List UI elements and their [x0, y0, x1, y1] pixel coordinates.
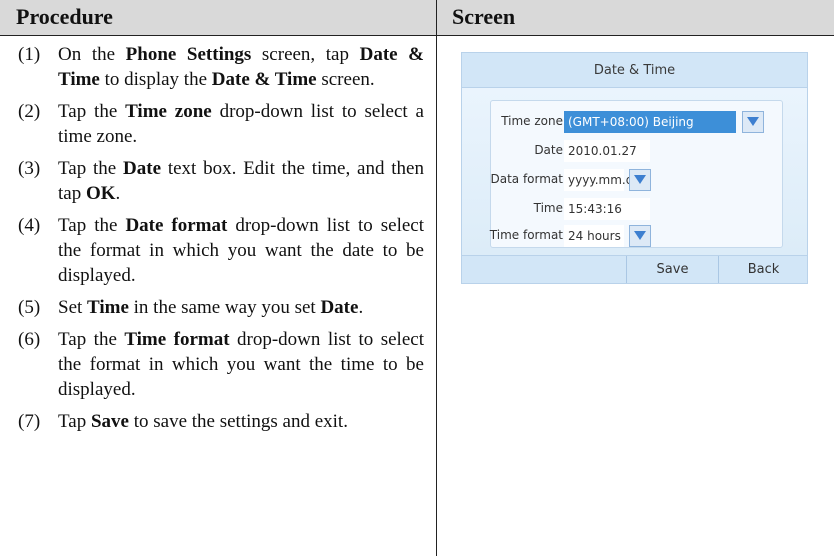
time-zone-dropdown[interactable]: (GMT+08:00) Beijing [564, 111, 736, 133]
step-text: Set Time in the same way you set Date. [58, 295, 424, 320]
step-text-segment: Tap the [58, 329, 125, 350]
step-text-bold: Save [90, 411, 129, 432]
step-text: Tap the Time format drop-down list to se… [58, 327, 424, 402]
time-format-dropdown-button[interactable] [629, 225, 651, 247]
step-text-bold: Date [123, 158, 162, 179]
step-text-bold: Date format [125, 215, 228, 236]
screen-header-text: Screen [452, 4, 516, 29]
step-text-segment: screen. [316, 69, 375, 90]
triangle-down-icon [747, 117, 759, 126]
step-number: (2) [18, 101, 41, 122]
time-zone-label: Time zone [501, 114, 563, 128]
step-number: (6) [18, 329, 41, 350]
procedure-table: Procedure Screen (1) On the Phone Setting… [0, 0, 834, 556]
step-text-segment: Tap the [58, 215, 126, 236]
procedure-step: (7) Tap Save to save the settings and exi… [18, 409, 424, 434]
step-text: On the Phone Settings screen, tap Date &… [58, 42, 424, 92]
data-format-dropdown[interactable]: yyyy.mm.dd [564, 169, 641, 191]
time-format-row: Time format 24 hours [489, 225, 781, 247]
procedure-step: (4) Tap the Date format drop-down list to… [18, 213, 424, 288]
step-number: (3) [18, 158, 41, 179]
procedure-header-text: Procedure [16, 4, 113, 29]
step-text-segment: to save the settings and exit. [128, 411, 348, 432]
data-format-label: Data format [490, 172, 563, 186]
triangle-down-icon [634, 175, 646, 184]
step-text-segment: Tap the [58, 158, 124, 179]
step-text-bold: Time zone [125, 101, 212, 122]
screen-column-header: Screen [437, 0, 834, 36]
device-screen: Date & Time Time zone (GMT+08:00) Beijin… [461, 52, 808, 284]
step-text: Tap the Date text box. Edit the time, an… [58, 156, 424, 206]
time-zone-dropdown-button[interactable] [742, 111, 764, 133]
step-text-bold: Date & Time [211, 69, 317, 90]
screen-body: Time zone (GMT+08:00) Beijing Date 2010.… [461, 88, 808, 255]
time-zone-row: Time zone (GMT+08:00) Beijing [491, 111, 781, 133]
procedure-column-header: Procedure [0, 0, 437, 36]
step-number: (4) [18, 215, 41, 236]
procedure-step: (3) Tap the Date text box. Edit the time,… [18, 156, 424, 206]
step-text-segment: Tap [58, 411, 91, 432]
procedure-step: (2) Tap the Time zone drop-down list to s… [18, 99, 424, 149]
step-text: Tap the Time zone drop-down list to sele… [58, 99, 424, 149]
save-button[interactable]: Save [627, 262, 718, 277]
step-number: (7) [18, 411, 41, 432]
step-number: (1) [18, 44, 41, 65]
step-text-segment: Set [58, 297, 88, 318]
screen-title-bar: Date & Time [461, 52, 808, 88]
step-text-segment: On the [58, 44, 126, 65]
procedure-step: (1) On the Phone Settings screen, tap Dat… [18, 42, 424, 92]
step-text-segment: . [115, 183, 121, 204]
time-format-label: Time format [489, 228, 563, 242]
back-button[interactable]: Back [719, 262, 808, 277]
step-text-segment: to display the [99, 69, 212, 90]
date-time-form: Time zone (GMT+08:00) Beijing Date 2010.… [490, 100, 783, 248]
data-format-row: Data format yyyy.mm.dd [490, 169, 781, 191]
screen-bottom-bar: Save Back [461, 255, 808, 284]
step-text-bold: Time [87, 297, 129, 318]
date-row: Date 2010.01.27 [491, 140, 781, 162]
date-input[interactable]: 2010.01.27 [564, 140, 650, 162]
step-text-bold: OK [85, 183, 116, 204]
step-text-bold: Date [320, 297, 359, 318]
step-text-bold: Phone Settings [125, 44, 252, 65]
step-text-bold: Time format [124, 329, 230, 350]
step-text-segment: Tap the [58, 101, 126, 122]
data-format-dropdown-button[interactable] [629, 169, 651, 191]
procedure-steps-list: (1) On the Phone Settings screen, tap Dat… [18, 42, 424, 441]
time-row: Time 15:43:16 [491, 198, 781, 220]
step-number: (5) [18, 297, 41, 318]
time-input[interactable]: 15:43:16 [564, 198, 650, 220]
column-divider [436, 0, 437, 556]
step-text: Tap the Date format drop-down list to se… [58, 213, 424, 288]
time-label: Time [533, 201, 563, 215]
procedure-step: (5) Set Time in the same way you set Date… [18, 295, 424, 320]
step-text-segment: in the same way you set [128, 297, 321, 318]
date-label: Date [534, 143, 563, 157]
time-format-dropdown[interactable]: 24 hours [564, 225, 624, 247]
procedure-step: (6) Tap the Time format drop-down list to… [18, 327, 424, 402]
screen-title: Date & Time [593, 63, 676, 78]
triangle-down-icon [634, 231, 646, 240]
step-text-segment: . [358, 297, 364, 318]
step-text: Tap Save to save the settings and exit. [58, 409, 424, 434]
step-text-segment: screen, tap [251, 44, 360, 65]
